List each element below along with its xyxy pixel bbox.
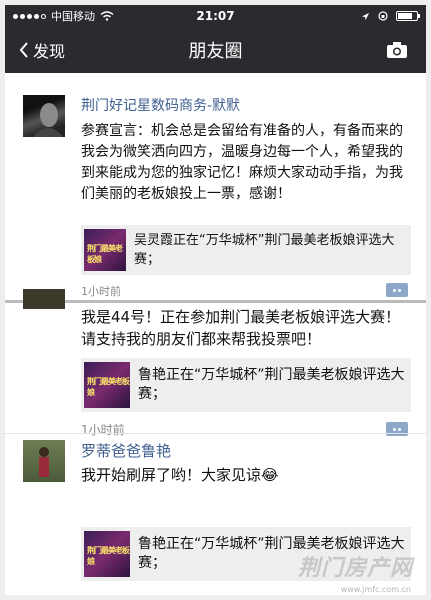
avatar[interactable] — [23, 440, 65, 482]
carrier-label: 中国移动 — [51, 10, 95, 23]
camera-icon[interactable] — [386, 41, 408, 59]
clock: 21:07 — [196, 9, 235, 23]
shared-title: 吴灵霞正在“万华城杯”荆门最美老板娘评选大赛； — [134, 233, 395, 267]
orientation-lock-icon — [378, 11, 388, 21]
post-text: 我开始刷屏了哟！大家见谅😂 — [81, 466, 279, 484]
battery-icon — [396, 11, 420, 21]
shared-title: 鲁艳正在“万华城杯”荆门最美老板娘评选大赛； — [138, 367, 405, 402]
watermark-logo: 荆门房产网 — [297, 556, 413, 581]
divider — [5, 433, 426, 434]
watermark-url: www.jmfc.com.cn — [340, 585, 411, 594]
shared-link[interactable]: 荆门最美老板娘 吴灵霞正在“万华城杯”荆门最美老板娘评选大赛； — [81, 225, 411, 275]
wifi-icon — [100, 11, 114, 21]
page-title: 朋友圈 — [188, 41, 243, 62]
chevron-left-icon — [19, 42, 28, 58]
status-bar: 中国移动 21:07 — [5, 5, 426, 27]
location-icon — [361, 12, 370, 20]
post-time: 1小时前 — [81, 285, 121, 298]
back-label: 发现 — [33, 42, 66, 61]
nav-bar: 发现 朋友圈 — [5, 27, 426, 73]
post-author[interactable]: 罗蒂爸爸鲁艳 — [81, 440, 171, 461]
back-button[interactable]: 发现 — [5, 38, 115, 62]
screenshot-seam — [5, 300, 426, 303]
shared-thumbnail: 荆门最美老板娘 — [84, 362, 130, 408]
avatar[interactable] — [23, 95, 65, 137]
post-text: 参赛宣言：机会总是会留给有准备的人，有备而来的我会为微笑洒向四方，温暖身边每一个… — [81, 123, 403, 202]
portrait-icon — [33, 103, 63, 137]
shared-thumbnail: 荆门最美老板娘 — [84, 229, 126, 271]
post-author[interactable]: 荆门好记星数码商务-默默 — [81, 95, 240, 115]
signal-icon — [13, 13, 46, 19]
avatar[interactable] — [23, 289, 65, 309]
shared-link[interactable]: 荆门最美老板娘 鲁艳正在“万华城杯”荆门最美老板娘评选大赛； — [81, 358, 411, 412]
post-time: 1小时前 — [81, 423, 125, 437]
shared-thumbnail: 荆门最美老板娘 — [84, 531, 130, 577]
post-text: 我是44号！正在参加荆门最美老板娘评选大赛！请支持我的朋友们都来帮我投票吧！ — [81, 308, 401, 348]
comment-button[interactable] — [386, 283, 408, 297]
portrait-icon — [39, 447, 49, 477]
